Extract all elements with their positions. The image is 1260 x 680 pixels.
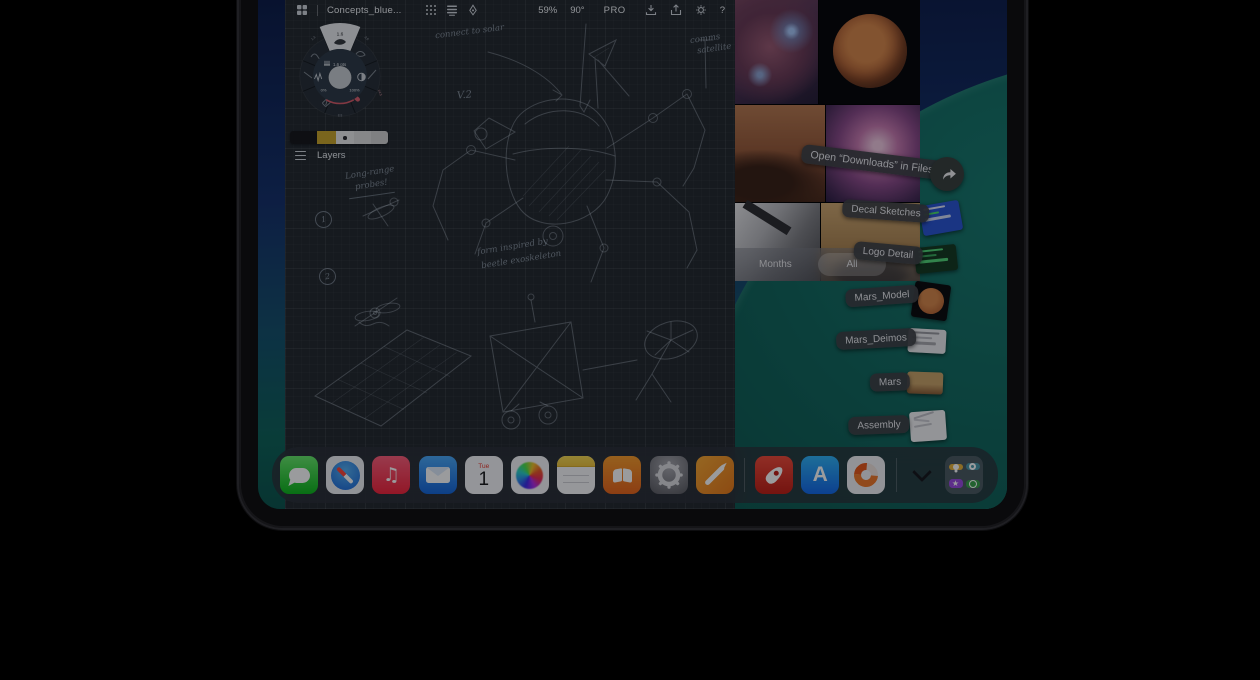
safari-app-icon[interactable]: [326, 456, 364, 494]
help-button[interactable]: ?: [720, 5, 725, 16]
tool-wheel[interactable]: 1.6 1.3 3.5 14.5 8.8 1.6 pts 0% 100%: [290, 22, 390, 126]
chevron-down-icon: [912, 462, 932, 482]
open-book-icon: [613, 469, 632, 482]
concepts-toolbar: Concepts_blue... 59% 90° PRO: [285, 0, 735, 20]
ipad-screen: connect to solar comms satellite V.2 Lon…: [258, 0, 1007, 509]
active-tool-size: 1.6: [337, 32, 344, 38]
tool-size-bottom: 8.8: [338, 114, 343, 118]
dock: ♫ Tue 1 A ★: [272, 447, 998, 503]
tool-size-right: 3.5: [364, 35, 370, 41]
photo-mars-planet[interactable]: [819, 0, 920, 104]
star-mini-icon: ★: [949, 479, 963, 488]
precision-grid-icon[interactable]: [425, 4, 437, 16]
drawing-app-icon[interactable]: [696, 456, 734, 494]
swatch-gold[interactable]: [317, 131, 336, 144]
tool-size-red: 14.5: [377, 89, 383, 97]
toolbar-separator: [317, 5, 318, 16]
swatch-gray[interactable]: [354, 131, 372, 144]
mail-app-icon[interactable]: [419, 456, 457, 494]
music-app-icon[interactable]: ♫: [372, 456, 410, 494]
concepts-app-window: connect to solar comms satellite V.2 Lon…: [285, 0, 735, 509]
c-ring-icon: [850, 458, 884, 492]
import-icon[interactable]: [645, 4, 657, 16]
export-share-icon[interactable]: [670, 4, 682, 16]
dock-collapse-button[interactable]: [907, 456, 937, 494]
music-note-icon: ♫: [383, 464, 400, 486]
selected-swatch-dot: [343, 136, 347, 140]
pen-icon: [704, 465, 725, 486]
rotation-angle[interactable]: 90°: [570, 5, 584, 16]
camera-mini-icon: [966, 463, 980, 470]
calendar-app-icon[interactable]: Tue 1: [465, 456, 503, 494]
drag-item-label[interactable]: Mars: [870, 372, 911, 391]
layers-panel-title: Layers: [317, 150, 346, 161]
calendar-day: 1: [478, 470, 489, 490]
envelope-icon: [426, 467, 450, 484]
app-store-icon[interactable]: A: [801, 456, 839, 494]
drag-thumb-assembly-sketch[interactable]: [909, 410, 947, 442]
opacity-max-label: 100%: [349, 88, 360, 93]
color-palette-strip[interactable]: [290, 131, 388, 144]
speech-bubble-icon: [289, 468, 310, 483]
photos-app-icon[interactable]: [511, 456, 549, 494]
rocket-app-icon[interactable]: [755, 456, 793, 494]
appstore-a-glyph: A: [813, 463, 828, 487]
drag-thumb-mars-photo[interactable]: [907, 371, 944, 394]
share-arrow-icon: [938, 165, 957, 184]
settings-app-icon[interactable]: [650, 456, 688, 494]
photos-app-window: Months All: [735, 0, 920, 281]
layers-panel-header[interactable]: Layers: [295, 150, 346, 161]
books-app-icon[interactable]: [603, 456, 641, 494]
compass-icon: [331, 461, 360, 490]
document-title[interactable]: Concepts_blue...: [327, 5, 402, 16]
messages-app-icon[interactable]: [280, 456, 318, 494]
drag-item-label[interactable]: Assembly: [848, 415, 910, 435]
notes-app-icon[interactable]: [557, 456, 595, 494]
annotation-version: V.2: [457, 89, 473, 101]
c-app-icon[interactable]: [847, 456, 885, 494]
photo-horsehead-nebula[interactable]: [735, 0, 818, 104]
swatch-silver[interactable]: [371, 131, 388, 144]
gear-icon: [654, 460, 684, 490]
dock-divider: [896, 458, 897, 492]
opacity-min-label: 0%: [321, 88, 327, 93]
share-button[interactable]: [930, 157, 964, 191]
app-library-icon[interactable]: ★: [945, 456, 983, 494]
tool-size-left: 1.3: [310, 35, 316, 41]
rocket-icon: [763, 464, 785, 486]
layers-list-icon[interactable]: [446, 4, 458, 16]
pen-tool-icon[interactable]: [467, 4, 479, 16]
settings-gear-icon[interactable]: [695, 4, 707, 16]
segment-months[interactable]: Months: [759, 259, 792, 270]
layers-menu-icon: [295, 151, 306, 160]
dock-divider: [744, 458, 745, 492]
tips-mini-icon: [949, 464, 963, 470]
flower-icon: [516, 462, 543, 489]
pro-badge[interactable]: PRO: [604, 5, 626, 16]
projects-grid-icon[interactable]: [296, 4, 308, 16]
clock-mini-icon: [966, 480, 980, 488]
zoom-level[interactable]: 59%: [538, 5, 557, 16]
swatch-black[interactable]: [290, 131, 317, 144]
wheel-center-knob[interactable]: [329, 66, 352, 89]
